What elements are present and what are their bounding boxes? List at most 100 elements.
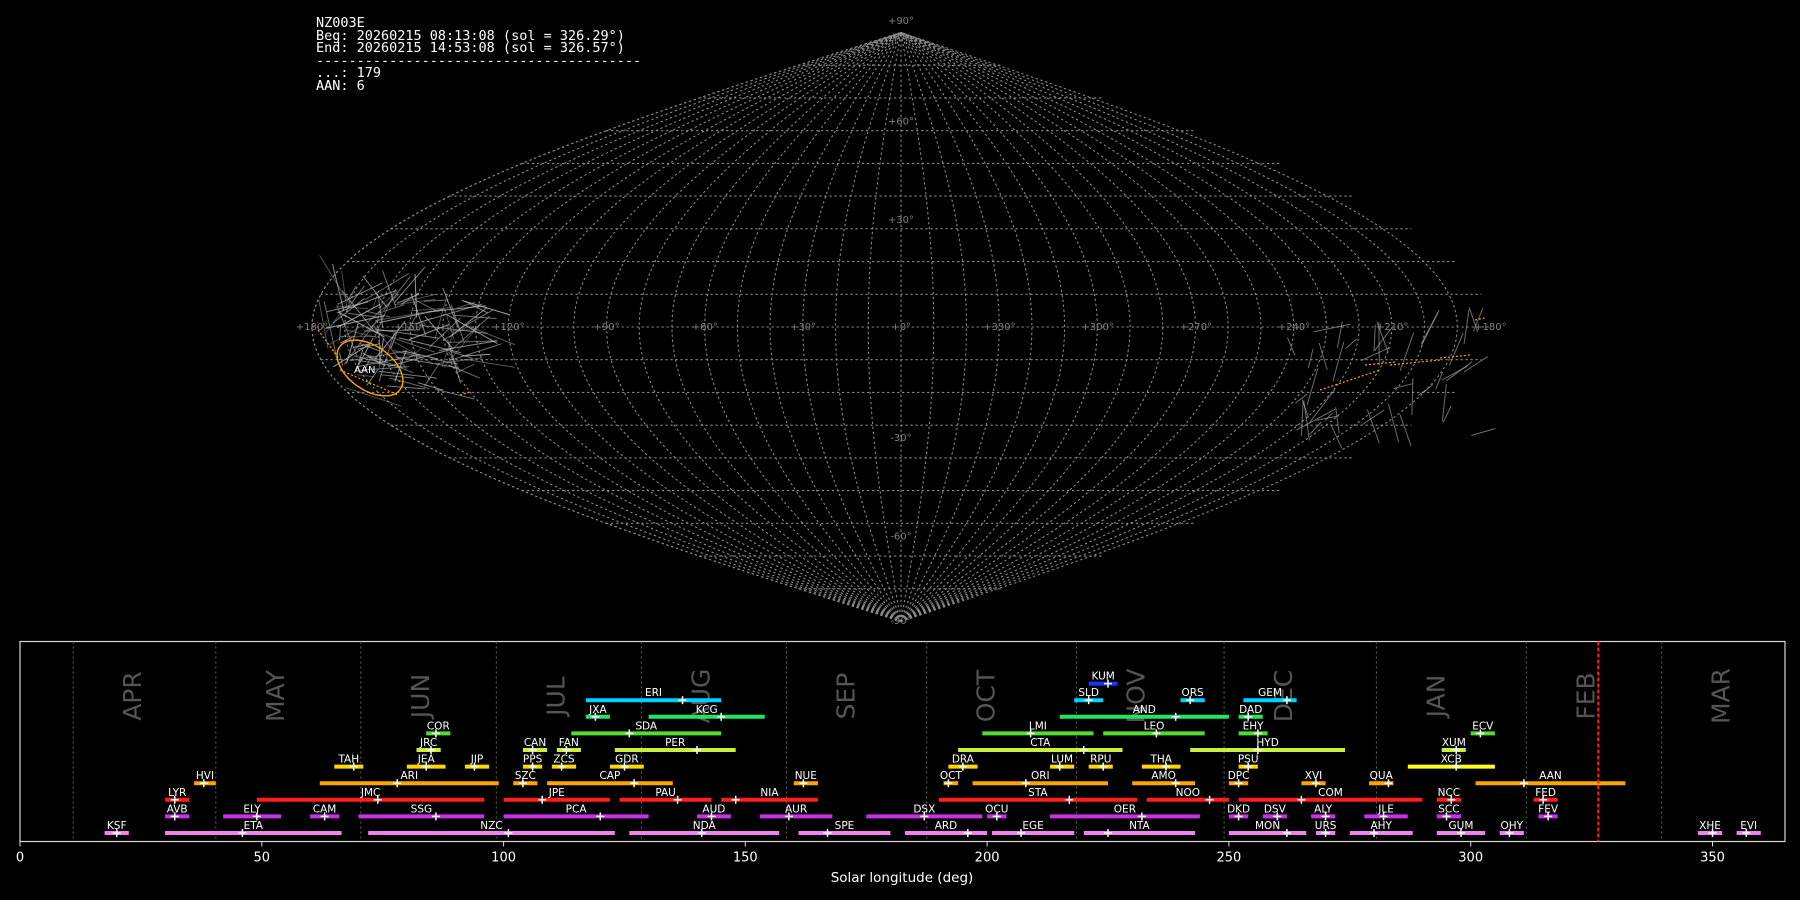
- shower-label: CAP: [599, 770, 620, 782]
- meteor-trail: [1330, 424, 1343, 449]
- shower-label: DSX: [913, 803, 935, 815]
- longitude-label: +60°: [692, 322, 718, 333]
- meteor-trail: [1399, 414, 1412, 447]
- shower-label: SZC: [515, 770, 536, 782]
- meteor-trail: [1332, 341, 1345, 382]
- x-tick-label: 100: [491, 851, 516, 866]
- shower-label: EHY: [1243, 720, 1265, 732]
- shower-label: NCC: [1438, 787, 1461, 799]
- month-label: JUL: [541, 676, 570, 718]
- shower-label: DAD: [1239, 704, 1262, 716]
- shower-meteor-trail: [1319, 369, 1381, 391]
- x-tick-label: 200: [975, 851, 1000, 866]
- longitude-label: +120°: [492, 322, 524, 333]
- shower-label: NUE: [795, 770, 817, 782]
- month-label: JAN: [1421, 675, 1450, 720]
- shower-label: EGE: [1022, 820, 1043, 832]
- meteor-trail: [1337, 321, 1343, 348]
- x-tick-label: 350: [1700, 851, 1725, 866]
- month-label: OCT: [972, 669, 1001, 722]
- meteor-trail: [442, 287, 459, 328]
- longitude-label: +210°: [1376, 322, 1408, 333]
- shower-meteor-trail: [459, 391, 471, 396]
- x-axis-label: Solar longitude (deg): [831, 870, 974, 886]
- shower-label: LUM: [1051, 754, 1073, 766]
- shower-label: LYR: [168, 787, 186, 799]
- shower-label: RPU: [1090, 754, 1111, 766]
- longitude-label: +300°: [1081, 322, 1113, 333]
- shower-label: XVI: [1305, 770, 1322, 782]
- meteor-trails: [317, 255, 1496, 449]
- meteor-trail: [1446, 361, 1473, 382]
- meteor-trail: [1362, 409, 1385, 425]
- x-tick-label: 0: [16, 851, 24, 866]
- meteor-trail: [1399, 332, 1415, 371]
- month-label: FEB: [1571, 672, 1600, 719]
- shower-label: SLD: [1078, 687, 1099, 699]
- shower-label: FEV: [1538, 803, 1559, 815]
- meteor-trail: [1313, 323, 1351, 333]
- shower-label: PER: [665, 737, 685, 749]
- meteor-trail: [1442, 405, 1452, 423]
- shower-label: HVI: [196, 770, 214, 782]
- meteor-trail: [379, 308, 444, 323]
- longitude-label: +30°: [790, 322, 816, 333]
- shower-label: AMO: [1151, 770, 1176, 782]
- meteor-trail: [1393, 383, 1413, 389]
- meteor-trail: [1449, 333, 1464, 366]
- radiant-label: AAN: [354, 365, 375, 376]
- shower-label: KCG: [696, 704, 718, 716]
- shower-label: AUR: [785, 803, 807, 815]
- shower-label: KSF: [107, 820, 127, 832]
- shower-label: COR: [427, 720, 450, 732]
- longitude-label: +270°: [1180, 322, 1212, 333]
- shower-label: PCA: [566, 803, 588, 815]
- shower-label: SPE: [835, 820, 855, 832]
- shower-label: ARD: [935, 820, 958, 832]
- shower-label: GDR: [615, 754, 639, 766]
- meteor-trail: [1435, 371, 1444, 390]
- shower-label: OCT: [940, 770, 963, 782]
- shower-meteor-trail: [1474, 317, 1486, 321]
- shower-label: URS: [1315, 820, 1337, 832]
- shower-label: DSV: [1264, 803, 1287, 815]
- shower-label: SDA: [635, 720, 658, 732]
- shower-label: XUM: [1442, 737, 1466, 749]
- shower-label: DRA: [952, 754, 975, 766]
- latitude-label: +90°: [888, 16, 914, 27]
- shower-label: MON: [1255, 820, 1280, 832]
- shower-label: AVB: [167, 803, 188, 815]
- shower-meteor-trail: [1389, 359, 1441, 366]
- shower-label: OCU: [985, 803, 1008, 815]
- longitude-label: +90°: [594, 322, 620, 333]
- shower-label: JPE: [548, 787, 565, 799]
- x-axis: 0 50 100 150 200 250 300 350: [16, 841, 1725, 866]
- shower-label: OHY: [1501, 820, 1524, 832]
- shower-timeline: APR MAY JUN JUL AUG SEP OCT NOV DEC JAN FEB MAR KSF…: [16, 640, 1786, 886]
- latitude-label: +30°: [888, 215, 914, 226]
- shower-label: LMI: [1029, 720, 1047, 732]
- longitude-label: +0°: [891, 322, 911, 333]
- meteor-trail: [345, 387, 402, 407]
- longitude-label: +180°: [1474, 322, 1506, 333]
- shower-label: GEM: [1258, 687, 1282, 699]
- month-label: MAY: [261, 669, 290, 722]
- latitude-label: -90°: [890, 616, 911, 627]
- x-tick-label: 150: [733, 851, 758, 866]
- shower-label: AAN: [1539, 770, 1562, 782]
- shower-label: ORS: [1181, 687, 1204, 699]
- shower-bars: KSF ETA NZC NDA SPE ARD EGE NTA MON URS AHY GUM OHY X…: [104, 671, 1761, 837]
- shower-label: HYD: [1256, 737, 1278, 749]
- meteor-trail: [1463, 356, 1488, 373]
- x-tick-label: 300: [1458, 851, 1483, 866]
- shower-label: JMC: [360, 787, 381, 799]
- meteor-trail: [1294, 393, 1308, 404]
- meteor-trail: [1306, 367, 1319, 406]
- shower-label: AUD: [702, 803, 725, 815]
- longitude-label: +240°: [1278, 322, 1310, 333]
- shower-label: PAU: [655, 787, 676, 799]
- latitude-label: -60°: [890, 531, 911, 542]
- shower-label: QUA: [1370, 770, 1394, 782]
- shower-label: ARI: [401, 770, 419, 782]
- shower-label: CAN: [524, 737, 546, 749]
